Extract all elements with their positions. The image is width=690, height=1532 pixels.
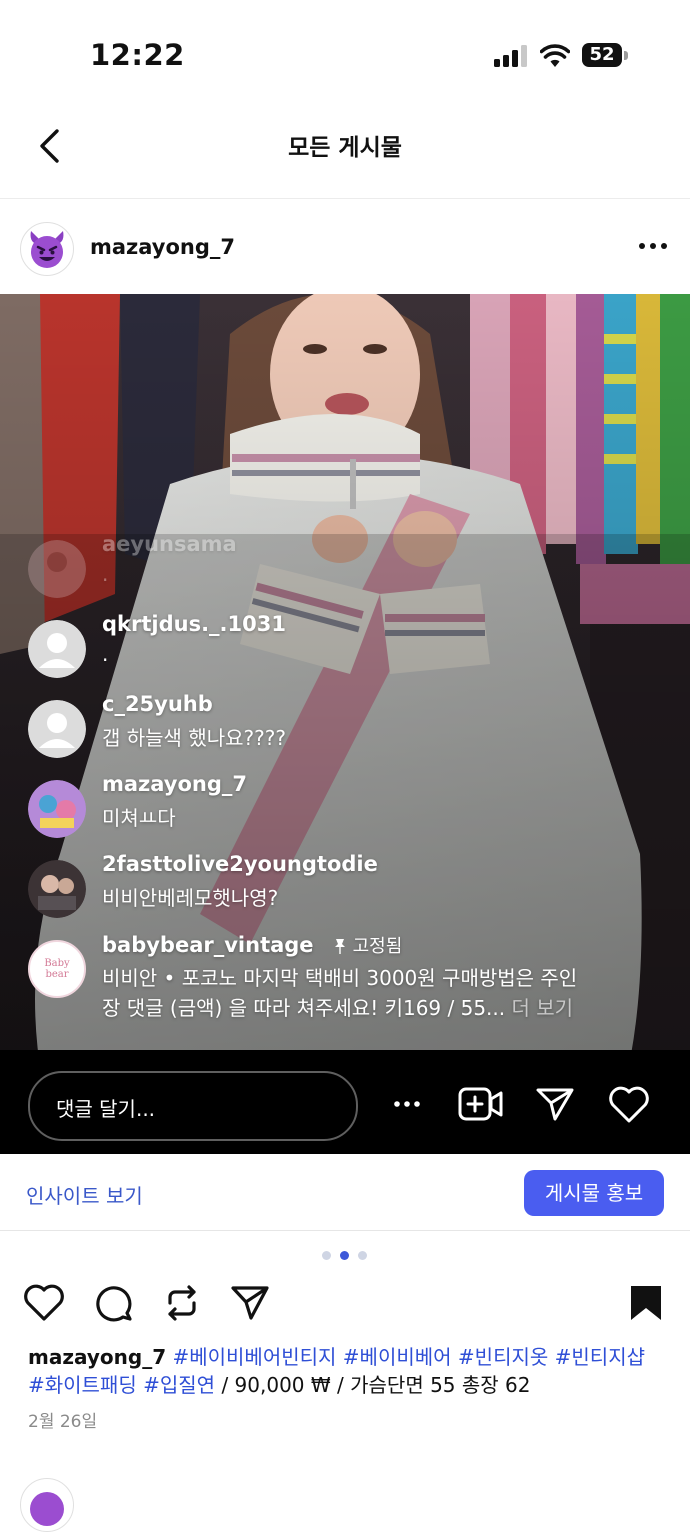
status-time: 12:22 bbox=[90, 38, 185, 72]
heart-icon[interactable] bbox=[608, 1086, 650, 1124]
send-icon[interactable] bbox=[230, 1283, 270, 1323]
avatar[interactable] bbox=[20, 222, 74, 276]
comment-text: . bbox=[102, 562, 109, 586]
post-header: mazayong_7 bbox=[0, 200, 690, 294]
send-icon[interactable] bbox=[535, 1086, 575, 1122]
carousel-dot bbox=[322, 1251, 331, 1260]
smiling-devil-icon bbox=[30, 1492, 64, 1526]
comment-username: aeyunsama bbox=[102, 532, 237, 556]
repost-icon[interactable] bbox=[162, 1283, 202, 1323]
heart-icon[interactable] bbox=[24, 1283, 64, 1323]
comment-avatar bbox=[28, 860, 86, 918]
comment-avatar: Baby bear bbox=[28, 940, 86, 998]
carousel-indicator bbox=[322, 1251, 372, 1261]
bookmark-filled-icon[interactable] bbox=[626, 1283, 666, 1323]
caption-details: / 90,000 ₩ / 가슴단면 55 총장 62 bbox=[215, 1373, 531, 1397]
hashtag[interactable]: #화이트패딩 bbox=[28, 1373, 137, 1397]
pinned-label: 고정됨 bbox=[333, 936, 402, 957]
page-title: 모든 게시물 bbox=[288, 135, 402, 161]
hashtag[interactable]: #빈티지옷 bbox=[458, 1345, 548, 1369]
comment-text: 비비안베레모햇나영? bbox=[102, 886, 279, 910]
default-avatar-icon bbox=[28, 700, 86, 758]
avatar-logo-text: Baby bear bbox=[44, 958, 70, 980]
hashtag[interactable]: #베이비베어빈티지 bbox=[172, 1345, 336, 1369]
hashtag[interactable]: #빈티지샵 bbox=[555, 1345, 645, 1369]
comment-avatar bbox=[28, 540, 86, 598]
cellular-signal-icon bbox=[494, 45, 527, 67]
comment-text-truncated: 장 댓글 (금액) 을 따라 쳐주세요! 키169 / 55... bbox=[102, 996, 506, 1020]
smiling-devil-icon bbox=[30, 231, 64, 268]
video-add-icon[interactable] bbox=[458, 1086, 504, 1122]
comment-username: babybear_vintage 고정됨 bbox=[102, 932, 402, 958]
promote-post-button[interactable]: 게시물 홍보 bbox=[524, 1170, 664, 1216]
more-horizontal-icon[interactable] bbox=[636, 234, 670, 258]
post-username[interactable]: mazayong_7 bbox=[90, 235, 235, 259]
comment-username: qkrtjdus._.1031 bbox=[102, 612, 286, 636]
post-date: 2월 26일 bbox=[28, 1412, 98, 1432]
comment-bubble-icon[interactable] bbox=[94, 1283, 134, 1323]
comment-username: c_25yuhb bbox=[102, 692, 213, 716]
hashtag[interactable]: #입질연 bbox=[143, 1373, 215, 1397]
comment-text-line1: 비비안 • 포코노 마지막 택배비 3000원 구매방법은 주인 bbox=[102, 966, 578, 990]
status-bar: 12:22 52 bbox=[0, 0, 690, 100]
comment-text: . bbox=[102, 642, 109, 666]
comment-username: 2fasttolive2youngtodie bbox=[102, 852, 378, 876]
hashtag[interactable]: #베이비베어 bbox=[343, 1345, 452, 1369]
carousel-dot-active bbox=[340, 1251, 349, 1260]
pin-icon bbox=[334, 939, 345, 954]
comment-avatar bbox=[28, 780, 86, 838]
battery-indicator: 52 bbox=[582, 43, 622, 67]
post-caption: mazayong_7 #베이비베어빈티지 #베이비베어 #빈티지옷 #빈티지샵 … bbox=[28, 1343, 668, 1399]
default-avatar-icon bbox=[28, 620, 86, 678]
post-media[interactable]: aeyunsama . qkrtjdus._.1031 . c_25yuhb 갭… bbox=[0, 294, 690, 1154]
comment-username-text: babybear_vintage bbox=[102, 933, 314, 957]
insight-row: 인사이트 보기 게시물 홍보 bbox=[0, 1156, 690, 1231]
comment-username: mazayong_7 bbox=[102, 772, 248, 796]
view-insights-link[interactable]: 인사이트 보기 bbox=[26, 1180, 143, 1209]
carousel-dot bbox=[358, 1251, 367, 1260]
comment-text-line2: 장 댓글 (금액) 을 따라 쳐주세요! 키169 / 55... 더 보기 bbox=[102, 992, 573, 1021]
comment-input[interactable]: 댓글 달기... bbox=[28, 1071, 358, 1141]
more-horizontal-icon[interactable] bbox=[390, 1092, 424, 1116]
next-post-avatar[interactable] bbox=[20, 1478, 74, 1532]
pinned-text: 고정됨 bbox=[352, 936, 403, 957]
see-more-link[interactable]: 더 보기 bbox=[511, 996, 573, 1020]
comment-text: 미쳐ㅛ다 bbox=[102, 806, 176, 830]
comment-input-placeholder: 댓글 달기... bbox=[56, 1097, 156, 1121]
caption-username[interactable]: mazayong_7 bbox=[28, 1345, 166, 1369]
battery-cap bbox=[624, 51, 628, 60]
comment-text: 갭 하늘색 했나요???? bbox=[102, 726, 286, 750]
wifi-icon bbox=[540, 44, 570, 67]
nav-bar: 모든 게시물 bbox=[0, 100, 690, 199]
